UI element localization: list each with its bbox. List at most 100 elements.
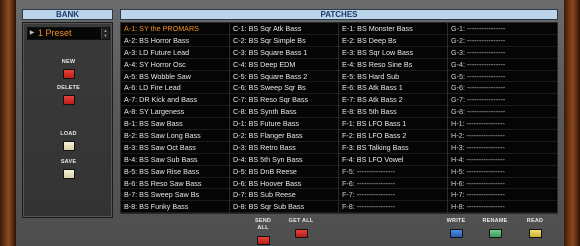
- patch-slot[interactable]: D-5: BS DnB Reese: [230, 166, 338, 178]
- delete-button-label: DELETE: [57, 85, 80, 91]
- read-group: READ: [524, 218, 546, 243]
- patch-slot[interactable]: G-2: ----------------: [448, 35, 557, 47]
- patch-slot[interactable]: A-3: LD Future Lead: [121, 47, 229, 59]
- patch-slot[interactable]: A-6: LD Fire Lead: [121, 82, 229, 95]
- patch-slot[interactable]: C-3: BS Square Bass 1: [230, 47, 338, 59]
- patch-slot[interactable]: H-3: ----------------: [448, 142, 557, 154]
- patch-column: G-1: ---------------- G-2: --------------…: [448, 23, 557, 214]
- patch-slot[interactable]: E-1: BS Monster Bass: [339, 23, 447, 35]
- patch-column: C-1: BS Sqr Atk Bass C-2: BS Sqr Simple B…: [230, 23, 339, 214]
- patch-slot[interactable]: B-3: BS Saw Oct Bass: [121, 142, 229, 154]
- patch-slot[interactable]: H-4: ----------------: [448, 154, 557, 166]
- save-button-label: SAVE: [60, 159, 77, 165]
- patch-slot[interactable]: H-5: ----------------: [448, 166, 557, 178]
- patch-slot[interactable]: G-1: ----------------: [448, 23, 557, 35]
- patch-slot[interactable]: C-1: BS Sqr Atk Bass: [230, 23, 338, 35]
- read-button[interactable]: [528, 229, 542, 238]
- patch-slot[interactable]: C-7: BS Reso Sqr Bass: [230, 94, 338, 107]
- wood-panel-left: [0, 0, 16, 246]
- send-all-group: SEND ALL: [250, 218, 276, 246]
- patch-slot[interactable]: G-8: ----------------: [448, 106, 557, 119]
- bank-selected-value: 1 Preset: [38, 28, 72, 38]
- play-arrow-icon: ▶: [29, 30, 35, 36]
- patch-slot[interactable]: F-8: ----------------: [339, 201, 447, 214]
- patch-slot[interactable]: F-4: BS LFO Vowel: [339, 154, 447, 166]
- patch-slot[interactable]: F-2: BS LFO Bass 2: [339, 130, 447, 142]
- patch-slot[interactable]: B-2: BS Saw Long Bass: [121, 130, 229, 142]
- patch-list: A-1: SY the PROMARS A-2: BS Horror Bass A-…: [120, 22, 558, 214]
- new-button[interactable]: [62, 69, 75, 79]
- patch-slot[interactable]: E-5: BS Hard Sub: [339, 71, 447, 83]
- patch-slot[interactable]: B-6: BS Reso Saw Bass: [121, 178, 229, 190]
- rename-button[interactable]: [488, 229, 502, 238]
- patch-slot[interactable]: A-4: SY Horror Osc: [121, 59, 229, 71]
- read-label: READ: [526, 218, 544, 224]
- load-button-label: LOAD: [60, 131, 77, 137]
- patch-slot[interactable]: D-6: BS Hoover Bass: [230, 178, 338, 190]
- save-button[interactable]: [62, 169, 75, 179]
- patch-slot[interactable]: F-1: BS LFO Bass 1: [339, 118, 447, 131]
- get-all-button[interactable]: [294, 229, 308, 238]
- patch-slot[interactable]: C-2: BS Sqr Simple Bs: [230, 35, 338, 47]
- patch-slot[interactable]: D-7: BS Sub Reese: [230, 189, 338, 202]
- patch-slot[interactable]: G-3: ----------------: [448, 47, 557, 59]
- patch-slot[interactable]: C-5: BS Square Bass 2: [230, 71, 338, 83]
- patch-slot[interactable]: D-3: BS Retro Bass: [230, 142, 338, 154]
- send-all-label: SEND ALL: [254, 218, 272, 231]
- load-button[interactable]: [62, 141, 75, 151]
- patch-slot[interactable]: B-7: BS Sweep Saw Bs: [121, 189, 229, 202]
- patch-slot[interactable]: E-8: BS 5th Bass: [339, 106, 447, 119]
- patch-slot[interactable]: D-1: BS Future Bass: [230, 118, 338, 131]
- patch-slot[interactable]: D-2: BS Flanger Bass: [230, 130, 338, 142]
- wood-panel-right: [564, 0, 580, 246]
- bank-selector[interactable]: ▶ 1 Preset ▲ ▼: [27, 27, 110, 40]
- patch-slot[interactable]: A-5: BS Wobble Saw: [121, 71, 229, 83]
- write-button[interactable]: [449, 229, 463, 238]
- get-all-label: GET ALL: [288, 218, 314, 224]
- patch-slot[interactable]: B-4: BS Saw Sub Bass: [121, 154, 229, 166]
- patch-slot[interactable]: F-5: ----------------: [339, 166, 447, 178]
- patch-column: A-1: SY the PROMARS A-2: BS Horror Bass A-…: [121, 23, 230, 214]
- patch-slot[interactable]: H-8: ----------------: [448, 201, 557, 214]
- new-button-label: NEW: [61, 59, 76, 65]
- bank-scrollbar[interactable]: ▲ ▼: [101, 28, 109, 39]
- patch-slot[interactable]: D-8: BS Sqr Sub Bass: [230, 201, 338, 214]
- patch-slot[interactable]: D-4: BS 5th Syn Bass: [230, 154, 338, 166]
- patch-slot[interactable]: E-3: BS Sqr Low Bass: [339, 47, 447, 59]
- send-all-button[interactable]: [256, 236, 270, 245]
- patch-slot[interactable]: B-8: BS Funky Bass: [121, 201, 229, 214]
- delete-button[interactable]: [62, 95, 75, 105]
- patch-slot[interactable]: B-1: BS Saw Bass: [121, 118, 229, 131]
- patch-slot[interactable]: F-7: ----------------: [339, 189, 447, 202]
- patch-slot[interactable]: E-4: BS Reso Sine Bs: [339, 59, 447, 71]
- write-label: WRITE: [446, 218, 466, 224]
- patch-slot[interactable]: E-2: BS Deep Bs: [339, 35, 447, 47]
- new-bank-group: NEW: [23, 59, 114, 84]
- patch-slot[interactable]: G-5: ----------------: [448, 71, 557, 83]
- patch-slot[interactable]: H-7: ----------------: [448, 189, 557, 202]
- load-bank-group: LOAD: [23, 131, 114, 156]
- patch-column: E-1: BS Monster Bass E-2: BS Deep Bs E-3: …: [339, 23, 448, 214]
- patch-slot[interactable]: A-1: SY the PROMARS: [121, 23, 229, 35]
- patch-slot[interactable]: B-5: BS Saw Rise Bass: [121, 166, 229, 178]
- patch-slot[interactable]: C-6: BS Sweep Sqr Bs: [230, 82, 338, 95]
- patch-slot[interactable]: H-1: ----------------: [448, 118, 557, 131]
- patch-slot[interactable]: A-8: SY Largeness: [121, 106, 229, 119]
- patch-slot[interactable]: G-4: ----------------: [448, 59, 557, 71]
- patch-slot[interactable]: E-7: BS Atk Bass 2: [339, 94, 447, 107]
- get-all-group: GET ALL: [286, 218, 316, 243]
- patch-slot[interactable]: C-8: BS Synth Bass: [230, 106, 338, 119]
- save-bank-group: SAVE: [23, 159, 114, 184]
- patch-slot[interactable]: F-3: BS Talking Bass: [339, 142, 447, 154]
- patch-slot[interactable]: C-4: BS Deep EDM: [230, 59, 338, 71]
- patch-slot[interactable]: E-6: BS Atk Bass 1: [339, 82, 447, 95]
- patch-slot[interactable]: A-7: DR Kick and Bass: [121, 94, 229, 107]
- patch-slot[interactable]: H-6: ----------------: [448, 178, 557, 190]
- patch-slot[interactable]: G-6: ----------------: [448, 82, 557, 95]
- bank-panel: ▶ 1 Preset ▲ ▼ NEW DELETE LOAD SAVE: [22, 22, 113, 218]
- rename-label: RENAME: [482, 218, 508, 224]
- patch-slot[interactable]: A-2: BS Horror Bass: [121, 35, 229, 47]
- patch-slot[interactable]: G-7: ----------------: [448, 94, 557, 107]
- patch-slot[interactable]: F-6: ----------------: [339, 178, 447, 190]
- patch-slot[interactable]: H-2: ----------------: [448, 130, 557, 142]
